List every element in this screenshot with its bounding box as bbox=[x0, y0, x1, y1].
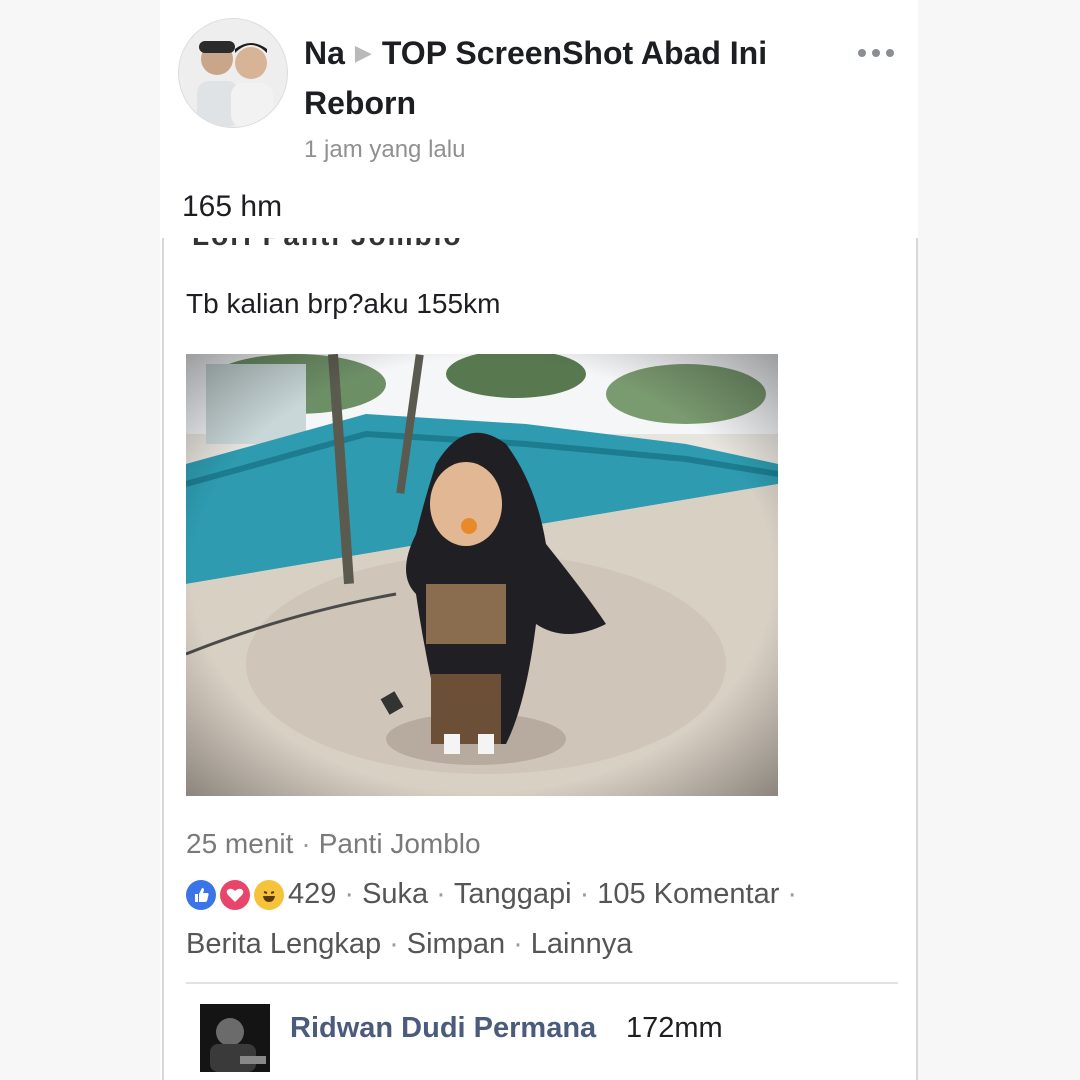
group-name[interactable]: TOP ScreenShot Abad Ini Reborn bbox=[304, 35, 767, 121]
shared-post: Lori Panti Jomblo Tb kalian brp?aku 155k… bbox=[162, 238, 918, 1080]
commenter-avatar[interactable] bbox=[200, 1004, 270, 1072]
haha-reaction-icon[interactable] bbox=[254, 879, 284, 910]
like-reaction-icon[interactable] bbox=[186, 879, 216, 910]
author-avatar[interactable] bbox=[178, 18, 288, 128]
comment-divider bbox=[186, 982, 898, 984]
cropped-header-text: Lori Panti Jomblo bbox=[192, 238, 512, 258]
shared-post-group[interactable]: Panti Jomblo bbox=[319, 828, 481, 859]
separator: · bbox=[301, 828, 311, 859]
reaction-count[interactable]: 429 bbox=[288, 878, 336, 911]
author-name[interactable]: Na bbox=[304, 35, 345, 71]
photo-image bbox=[186, 354, 778, 796]
post-title: Na ▶ TOP ScreenShot Abad Ini Reborn bbox=[304, 28, 844, 128]
post-text: 165 hm bbox=[182, 190, 283, 223]
commenter-name[interactable]: Ridwan Dudi Permana bbox=[290, 1012, 596, 1045]
comment-item: Ridwan Dudi Permana 172mm bbox=[200, 1000, 880, 1072]
post-timestamp[interactable]: 1 jam yang lalu bbox=[304, 136, 465, 164]
love-reaction-icon[interactable] bbox=[220, 879, 250, 910]
post-header: Na ▶ TOP ScreenShot Abad Ini Reborn 1 jam … bbox=[178, 18, 908, 168]
post-photo[interactable] bbox=[186, 354, 778, 796]
save-link[interactable]: Simpan bbox=[407, 928, 505, 960]
share-arrow-icon: ▶ bbox=[354, 40, 372, 65]
shared-post-time[interactable]: 25 menit bbox=[186, 828, 293, 859]
action-links: Berita Lengkap · Simpan · Lainnya bbox=[186, 928, 633, 960]
avatar-photo bbox=[179, 19, 287, 127]
full-story-link[interactable]: Berita Lengkap bbox=[186, 928, 381, 960]
shared-post-meta: 25 menit · Panti Jomblo bbox=[186, 828, 481, 860]
respond-link[interactable]: Tanggapi bbox=[454, 878, 572, 911]
more-options-icon[interactable] bbox=[854, 46, 898, 60]
more-link[interactable]: Lainnya bbox=[531, 928, 633, 960]
like-link[interactable]: Suka bbox=[362, 878, 428, 911]
reaction-bar: 429 · Suka · Tanggapi · 105 Komentar · bbox=[186, 878, 805, 911]
comments-link[interactable]: 105 Komentar bbox=[597, 878, 779, 911]
shared-post-text: Tb kalian brp?aku 155km bbox=[186, 288, 501, 319]
comment-text: 172mm bbox=[626, 1012, 723, 1044]
